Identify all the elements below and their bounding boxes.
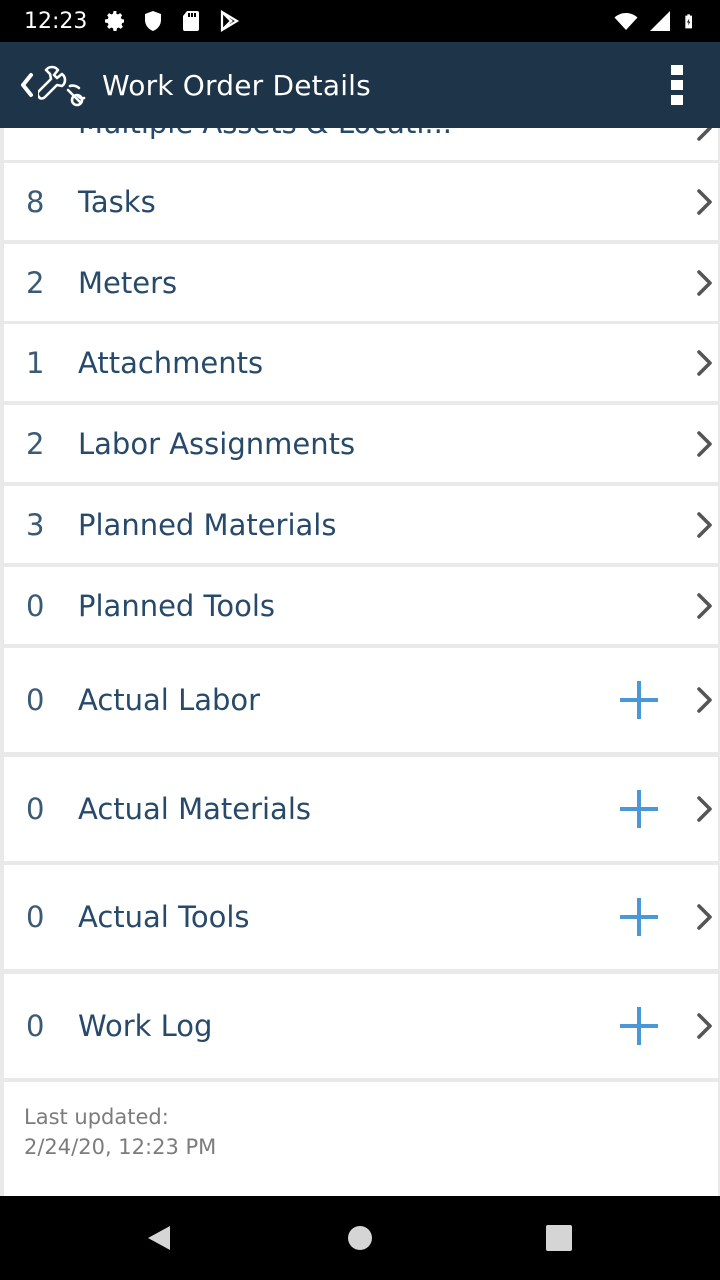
row-label: Tasks bbox=[78, 184, 156, 219]
chevron-right-icon bbox=[697, 796, 712, 822]
add-icon[interactable] bbox=[618, 896, 660, 938]
row-count: 1 bbox=[26, 345, 45, 380]
list-item-actual-materials[interactable]: 0 Actual Materials bbox=[4, 757, 718, 861]
nav-back-icon[interactable] bbox=[144, 1223, 174, 1253]
system-nav-bar bbox=[0, 1196, 720, 1280]
list-item-tasks[interactable]: 8 Tasks bbox=[4, 163, 718, 240]
list-item-attachments[interactable]: 1 Attachments bbox=[4, 324, 718, 401]
sd-card-icon bbox=[183, 11, 200, 31]
gear-icon bbox=[105, 11, 125, 31]
overflow-menu-icon[interactable] bbox=[670, 65, 684, 105]
row-label: Work Log bbox=[78, 1009, 213, 1043]
row-label: Actual Labor bbox=[78, 683, 261, 717]
last-updated-timestamp: 2/24/20, 12:23 PM bbox=[24, 1135, 217, 1159]
list-item-work-log[interactable]: 0 Work Log bbox=[4, 974, 718, 1078]
last-updated: Last updated: 2/24/20, 12:23 PM bbox=[4, 1082, 718, 1196]
chevron-right-icon bbox=[697, 687, 712, 713]
nav-recents-icon[interactable] bbox=[544, 1223, 574, 1253]
row-count: 0 bbox=[26, 792, 45, 826]
row-count: 0 bbox=[26, 588, 45, 623]
chevron-right-icon bbox=[697, 349, 712, 376]
status-bar: 12:23 bbox=[0, 0, 720, 42]
cell-signal-icon bbox=[650, 11, 670, 31]
add-icon[interactable] bbox=[618, 1005, 660, 1047]
row-label: Planned Tools bbox=[78, 588, 275, 623]
list-item-meters[interactable]: 2 Meters bbox=[4, 244, 718, 321]
add-icon[interactable] bbox=[618, 679, 660, 721]
row-label: Actual Tools bbox=[78, 900, 250, 934]
status-icons-left bbox=[103, 9, 241, 33]
status-icons-right bbox=[614, 9, 698, 33]
row-label: Planned Materials bbox=[78, 507, 337, 542]
menu-dot bbox=[671, 95, 683, 105]
chevron-right-icon bbox=[697, 1013, 712, 1039]
chevron-right-icon bbox=[697, 128, 712, 141]
row-count: 2 bbox=[26, 426, 45, 461]
chevron-right-icon bbox=[697, 904, 712, 930]
last-updated-label: Last updated: bbox=[24, 1105, 169, 1129]
app-bar: Work Order Details bbox=[0, 42, 720, 128]
chevron-right-icon bbox=[697, 430, 712, 457]
list-item-actual-labor[interactable]: 0 Actual Labor bbox=[4, 648, 718, 752]
add-icon[interactable] bbox=[618, 788, 660, 830]
row-count: 2 bbox=[26, 265, 45, 300]
list-item-planned-tools[interactable]: 0 Planned Tools bbox=[4, 567, 718, 644]
row-label: Labor Assignments bbox=[78, 426, 356, 461]
wrench-gear-icon[interactable] bbox=[38, 60, 88, 110]
nav-home-icon[interactable] bbox=[345, 1223, 375, 1253]
wifi-icon bbox=[614, 13, 638, 30]
row-count: 0 bbox=[26, 683, 45, 717]
row-count: 0 bbox=[26, 900, 45, 934]
chevron-right-icon bbox=[697, 188, 712, 215]
list-item-actual-tools[interactable]: 0 Actual Tools bbox=[4, 865, 718, 969]
row-count: 3 bbox=[26, 507, 45, 542]
row-label: Meters bbox=[78, 265, 178, 300]
chevron-right-icon bbox=[697, 269, 712, 296]
row-count: 0 bbox=[26, 1009, 45, 1043]
menu-dot bbox=[671, 80, 683, 90]
menu-dot bbox=[671, 65, 683, 75]
list-item-partial[interactable]: Multiple Assets & Locati... bbox=[4, 128, 718, 160]
list-item-labor-assignments[interactable]: 2 Labor Assignments bbox=[4, 405, 718, 482]
status-time: 12:23 bbox=[24, 8, 88, 34]
battery-icon bbox=[685, 14, 692, 29]
page-title: Work Order Details bbox=[102, 68, 371, 102]
shield-icon bbox=[145, 11, 162, 31]
back-chevron-icon[interactable] bbox=[16, 70, 38, 100]
row-count: 8 bbox=[26, 184, 45, 219]
list-item-planned-materials[interactable]: 3 Planned Materials bbox=[4, 486, 718, 563]
row-label: Attachments bbox=[78, 345, 264, 380]
row-label: Actual Materials bbox=[78, 792, 311, 826]
chevron-right-icon bbox=[697, 592, 712, 619]
chevron-right-icon bbox=[697, 511, 712, 538]
row-label: Multiple Assets & Locati... bbox=[78, 128, 452, 140]
play-store-icon bbox=[221, 10, 240, 32]
work-order-list[interactable]: Multiple Assets & Locati... 8 Tasks 2 Meter… bbox=[4, 128, 718, 1196]
